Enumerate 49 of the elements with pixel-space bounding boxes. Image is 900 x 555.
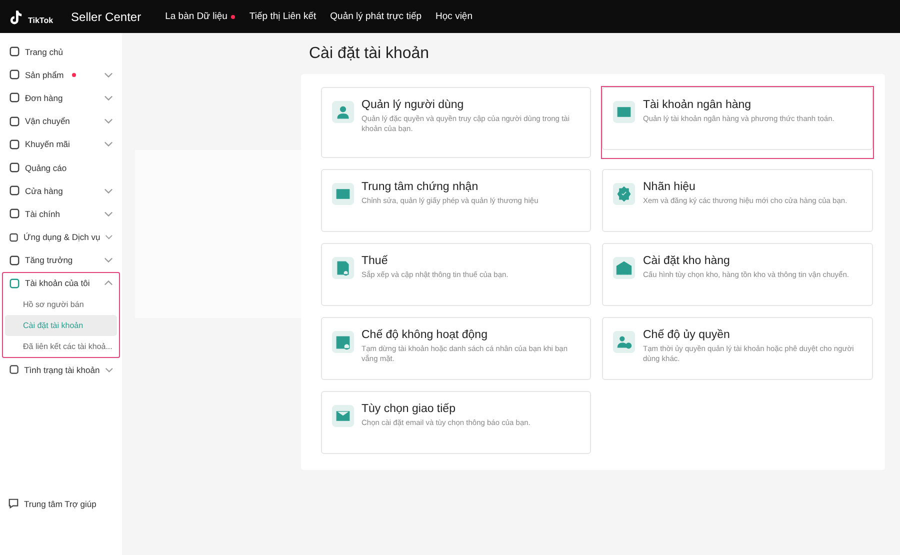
sidebar-item[interactable]: Quảng cáo (25, 162, 67, 173)
card-title: Tài khoản ngân hàng (643, 98, 752, 110)
sidebar-item[interactable]: Tăng trưởng (25, 255, 73, 266)
sidebar-item[interactable]: Đơn hàng (25, 92, 63, 103)
sidebar-item[interactable]: Trang chủ (25, 46, 63, 57)
card-title: Nhãn hiệu (643, 180, 696, 192)
warehouse-icon (613, 256, 635, 278)
chevron-down-icon[interactable] (104, 72, 113, 78)
chevron-down-icon[interactable] (105, 234, 113, 240)
chevron-down-icon[interactable] (104, 188, 113, 194)
sidebar-item[interactable]: Tài chính (25, 208, 60, 219)
help-link[interactable]: Trung tâm Trợ giúp (24, 498, 96, 508)
chevron-up-icon[interactable] (104, 280, 113, 286)
chevron-down-icon[interactable] (104, 118, 113, 124)
envelope-icon (332, 404, 354, 426)
sidebar-item[interactable]: Cửa hàng (25, 186, 63, 196)
chevron-down-icon[interactable] (104, 366, 113, 373)
person-check-icon (613, 330, 635, 352)
card-title: Chế độ không hoạt động (362, 328, 488, 340)
card-title: Tùy chọn giao tiếp (362, 402, 456, 414)
sidebar-item[interactable]: Ứng dụng & Dịch vụ (24, 232, 100, 242)
brand-label: TikTok (28, 16, 54, 24)
sidebar-item[interactable]: Sản phẩm (25, 70, 64, 80)
note-icon (8, 8, 24, 24)
chevron-down-icon[interactable] (104, 257, 113, 264)
card-title: Quản lý người dùng (362, 98, 465, 110)
sidebar-item[interactable]: Khuyến mãi (25, 139, 70, 150)
sidebar-item[interactable]: Vận chuyển (25, 116, 70, 126)
submenu-item[interactable]: Đã liên kết các tài khoả... (5, 336, 117, 358)
chat-icon (8, 498, 19, 509)
sidebar-item[interactable]: Tình trạng tài khoản (24, 364, 100, 375)
card-icon (613, 100, 635, 122)
brand-title: Seller Center (71, 10, 142, 24)
nav-link[interactable]: Học viện (436, 11, 472, 22)
chevron-down-icon[interactable] (104, 141, 113, 148)
nav-link[interactable]: Quản lý phát trực tiếp (330, 11, 422, 22)
nav-link[interactable]: La bàn Dữ liệu (165, 11, 228, 22)
nav-link[interactable]: Tiếp thị Liên kết (249, 11, 316, 22)
card-title: Cài đặt kho hàng (643, 254, 731, 266)
card-title: Trung tâm chứng nhận (362, 180, 480, 192)
page-title: Cài đặt tài khoản (309, 45, 430, 63)
card-title: Thuế (362, 254, 389, 266)
chevron-down-icon[interactable] (104, 94, 113, 101)
submenu-item[interactable]: Hồ sơ người bán (5, 294, 117, 316)
card-title: Chế độ ủy quyền (643, 328, 731, 340)
chevron-down-icon[interactable] (104, 210, 113, 217)
document-icon (332, 256, 354, 278)
badge-check-icon (613, 182, 635, 204)
sidebar-item[interactable]: Tài khoản của tôi (25, 278, 90, 288)
